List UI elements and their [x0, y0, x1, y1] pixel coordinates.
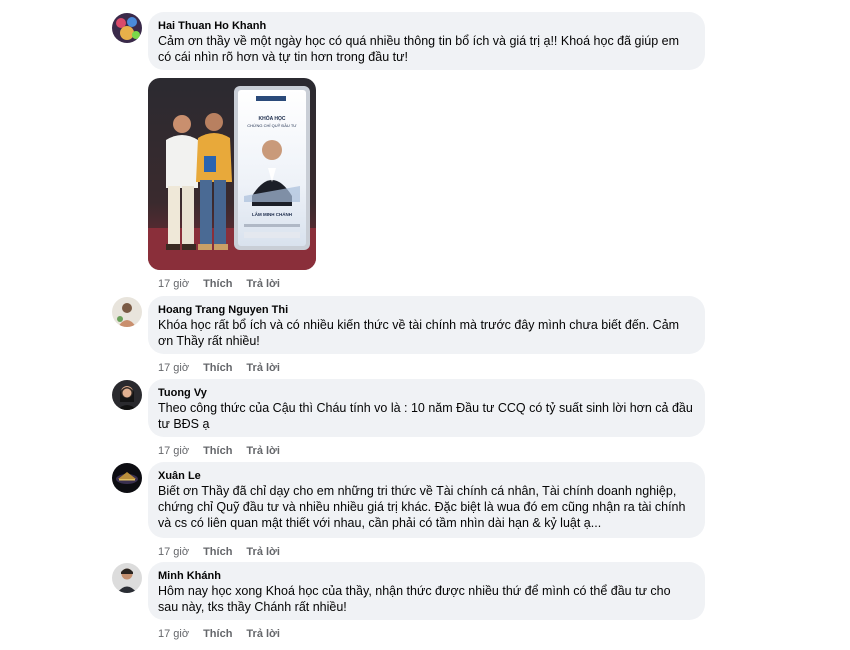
banner-title: KHÓA HỌC [258, 114, 285, 122]
comment-text: Khóa học rất bổ ích và có nhiều kiến thứ… [158, 318, 680, 348]
comment-text: Biết ơn Thầy đã chỉ dạy cho em những tri… [158, 484, 686, 530]
like-button[interactable]: Thích [203, 445, 232, 457]
avatar[interactable] [112, 380, 142, 410]
comment-actions: 17 giờ Thích Trả lời [158, 362, 280, 374]
comment-author[interactable]: Tuong Vy [158, 386, 693, 400]
reply-button[interactable]: Trả lời [246, 546, 280, 558]
comment-timestamp[interactable]: 17 giờ [158, 628, 189, 640]
comment-timestamp[interactable]: 17 giờ [158, 362, 189, 374]
comment-text: Hôm nay học xong Khoá học của thầy, nhận… [158, 584, 671, 614]
banner-subtitle: CHỨNG CHỈ QUỸ ĐẦU TƯ [247, 123, 297, 128]
comment-bubble: Hoang Trang Nguyen Thi Khóa học rất bổ í… [148, 296, 705, 354]
comment-bubble: Hai Thuan Ho Khanh Cảm ơn thầy về một ng… [148, 12, 705, 70]
comment-text: Cảm ơn thầy về một ngày học có quá nhiều… [158, 34, 680, 64]
reply-button[interactable]: Trả lời [246, 628, 280, 640]
comment-timestamp[interactable]: 17 giờ [158, 546, 189, 558]
like-button[interactable]: Thích [203, 628, 232, 640]
reply-button[interactable]: Trả lời [246, 278, 280, 290]
comment-timestamp[interactable]: 17 giờ [158, 278, 189, 290]
comment-photo[interactable]: KHÓA HỌC CHỨNG CHỈ QUỸ ĐẦU TƯ LÂM MINH C… [148, 78, 316, 270]
banner-name: LÂM MINH CHÁNH [252, 211, 292, 217]
avatar[interactable] [112, 563, 142, 593]
avatar[interactable] [112, 297, 142, 327]
comment-actions: 17 giờ Thích Trả lời [158, 546, 280, 558]
avatar[interactable] [112, 13, 142, 43]
like-button[interactable]: Thích [203, 362, 232, 374]
comment-text: Theo công thức của Cậu thì Cháu tính vo … [158, 401, 693, 431]
reply-button[interactable]: Trả lời [246, 445, 280, 457]
comment-author[interactable]: Hoang Trang Nguyen Thi [158, 303, 693, 317]
reply-button[interactable]: Trả lời [246, 362, 280, 374]
comment-timestamp[interactable]: 17 giờ [158, 445, 189, 457]
like-button[interactable]: Thích [203, 278, 232, 290]
comment-actions: 17 giờ Thích Trả lời [158, 445, 280, 457]
comment-author[interactable]: Xuân Le [158, 469, 693, 483]
avatar[interactable] [112, 463, 142, 493]
comment-bubble: Tuong Vy Theo công thức của Cậu thì Cháu… [148, 379, 705, 437]
comment-author[interactable]: Minh Khánh [158, 569, 693, 583]
comment-actions: 17 giờ Thích Trả lời [158, 628, 280, 640]
comment-author[interactable]: Hai Thuan Ho Khanh [158, 19, 693, 33]
comment-bubble: Xuân Le Biết ơn Thầy đã chỉ dạy cho em n… [148, 462, 705, 538]
comment-actions: 17 giờ Thích Trả lời [158, 278, 280, 290]
like-button[interactable]: Thích [203, 546, 232, 558]
comment-bubble: Minh Khánh Hôm nay học xong Khoá học của… [148, 562, 705, 620]
